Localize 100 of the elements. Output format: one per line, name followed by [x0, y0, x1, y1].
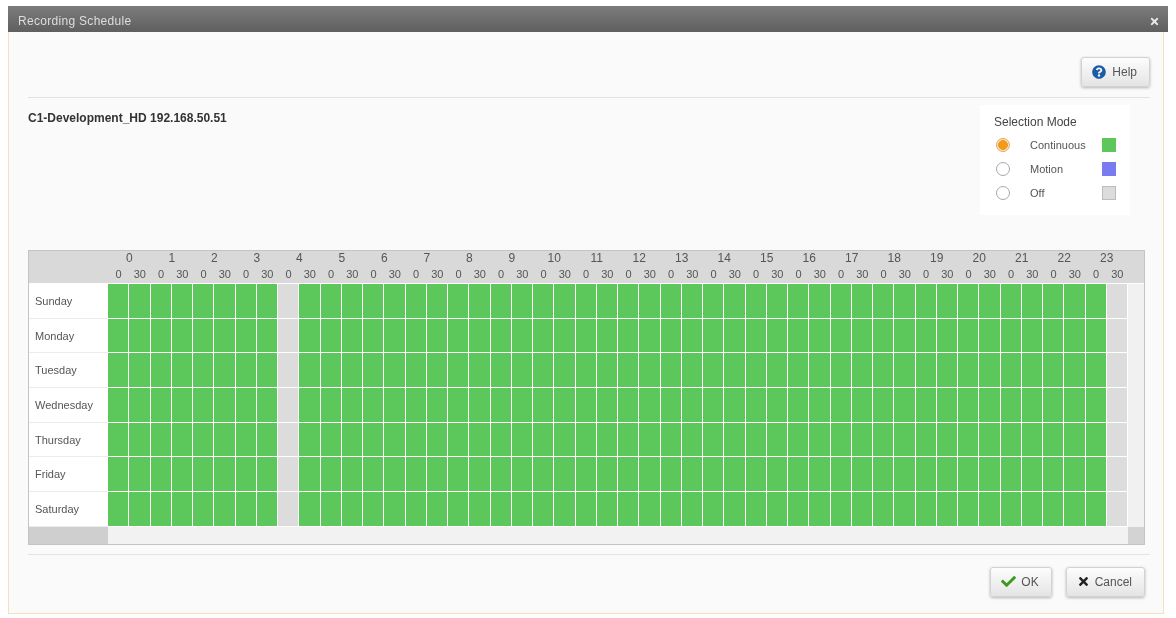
schedule-cell[interactable] — [936, 457, 958, 493]
schedule-cell[interactable] — [958, 457, 980, 493]
schedule-cell[interactable] — [788, 492, 810, 527]
schedule-cell[interactable] — [490, 457, 512, 493]
schedule-cell[interactable] — [129, 492, 151, 527]
schedule-cell[interactable] — [214, 457, 236, 493]
schedule-cell[interactable] — [490, 284, 512, 319]
schedule-cell[interactable] — [150, 457, 172, 493]
schedule-cell[interactable] — [363, 353, 385, 389]
schedule-cell[interactable] — [596, 353, 618, 389]
schedule-cell[interactable] — [915, 388, 937, 423]
schedule-cell[interactable] — [639, 284, 661, 319]
schedule-cell[interactable] — [830, 284, 852, 319]
schedule-cell[interactable] — [533, 492, 555, 527]
schedule-cell[interactable] — [533, 284, 555, 319]
schedule-cell[interactable] — [958, 492, 980, 527]
schedule-cell[interactable] — [490, 388, 512, 423]
schedule-cell[interactable] — [1085, 284, 1107, 319]
schedule-cell[interactable] — [150, 353, 172, 389]
radio-button[interactable] — [996, 138, 1010, 152]
close-icon[interactable] — [1149, 15, 1160, 27]
schedule-cell[interactable] — [894, 318, 916, 354]
schedule-cell[interactable] — [596, 284, 618, 319]
schedule-cell[interactable] — [660, 284, 682, 319]
schedule-cell[interactable] — [448, 422, 470, 458]
schedule-cell[interactable] — [703, 422, 725, 458]
help-button[interactable]: Help — [1081, 57, 1150, 87]
schedule-cell[interactable] — [575, 457, 597, 493]
schedule-cell[interactable] — [894, 457, 916, 493]
schedule-cell[interactable] — [958, 422, 980, 458]
schedule-cell[interactable] — [703, 388, 725, 423]
schedule-cell[interactable] — [426, 388, 448, 423]
schedule-cell[interactable] — [1000, 457, 1022, 493]
schedule-cell[interactable] — [724, 353, 746, 389]
schedule-cell[interactable] — [618, 353, 640, 389]
schedule-cell[interactable] — [384, 422, 406, 458]
option-label[interactable]: Motion — [1030, 163, 1064, 175]
schedule-cell[interactable] — [745, 388, 767, 423]
schedule-cell[interactable] — [1064, 388, 1086, 423]
schedule-cell[interactable] — [596, 457, 618, 493]
schedule-cell[interactable] — [766, 492, 788, 527]
schedule-cell[interactable] — [469, 388, 491, 423]
schedule-cell[interactable] — [873, 284, 895, 319]
schedule-cell[interactable] — [511, 457, 533, 493]
schedule-cell[interactable] — [384, 457, 406, 493]
schedule-cell[interactable] — [979, 422, 1001, 458]
schedule-cell[interactable] — [575, 492, 597, 527]
schedule-cell[interactable] — [915, 284, 937, 319]
schedule-cell[interactable] — [958, 388, 980, 423]
schedule-cell[interactable] — [235, 457, 257, 493]
schedule-cell[interactable] — [788, 284, 810, 319]
schedule-cell[interactable] — [724, 388, 746, 423]
schedule-cell[interactable] — [1021, 457, 1043, 493]
schedule-cell[interactable] — [108, 457, 130, 493]
schedule-cell[interactable] — [766, 284, 788, 319]
schedule-cell[interactable] — [256, 353, 278, 389]
schedule-cell[interactable] — [703, 353, 725, 389]
schedule-cell[interactable] — [1043, 492, 1065, 527]
schedule-cell[interactable] — [1064, 284, 1086, 319]
schedule-cell[interactable] — [554, 353, 576, 389]
schedule-cell[interactable] — [1106, 388, 1128, 423]
schedule-cell[interactable] — [958, 353, 980, 389]
schedule-cell[interactable] — [341, 353, 363, 389]
schedule-cell[interactable] — [448, 284, 470, 319]
schedule-cell[interactable] — [129, 457, 151, 493]
schedule-cell[interactable] — [299, 457, 321, 493]
schedule-cell[interactable] — [979, 318, 1001, 354]
schedule-cell[interactable] — [554, 492, 576, 527]
schedule-cell[interactable] — [681, 388, 703, 423]
schedule-cell[interactable] — [809, 422, 831, 458]
schedule-cell[interactable] — [1043, 353, 1065, 389]
schedule-cell[interactable] — [1021, 388, 1043, 423]
schedule-cell[interactable] — [851, 457, 873, 493]
schedule-cell[interactable] — [873, 353, 895, 389]
schedule-cell[interactable] — [703, 318, 725, 354]
schedule-cell[interactable] — [278, 284, 300, 319]
schedule-cell[interactable] — [469, 422, 491, 458]
schedule-cell[interactable] — [575, 353, 597, 389]
schedule-cell[interactable] — [830, 492, 852, 527]
schedule-cell[interactable] — [681, 284, 703, 319]
schedule-cell[interactable] — [915, 492, 937, 527]
schedule-cell[interactable] — [448, 457, 470, 493]
schedule-cell[interactable] — [1043, 422, 1065, 458]
schedule-cell[interactable] — [1021, 492, 1043, 527]
schedule-cell[interactable] — [979, 284, 1001, 319]
option-label[interactable]: Off — [1030, 187, 1045, 199]
schedule-cell[interactable] — [214, 388, 236, 423]
schedule-cell[interactable] — [533, 388, 555, 423]
schedule-cell[interactable] — [469, 492, 491, 527]
schedule-cell[interactable] — [915, 353, 937, 389]
schedule-cell[interactable] — [235, 492, 257, 527]
schedule-cell[interactable] — [851, 353, 873, 389]
schedule-cell[interactable] — [1043, 284, 1065, 319]
schedule-cell[interactable] — [108, 284, 130, 319]
schedule-cell[interactable] — [108, 318, 130, 354]
schedule-cell[interactable] — [511, 492, 533, 527]
schedule-cell[interactable] — [171, 353, 193, 389]
schedule-cell[interactable] — [235, 388, 257, 423]
schedule-cell[interactable] — [1085, 353, 1107, 389]
schedule-cell[interactable] — [320, 388, 342, 423]
